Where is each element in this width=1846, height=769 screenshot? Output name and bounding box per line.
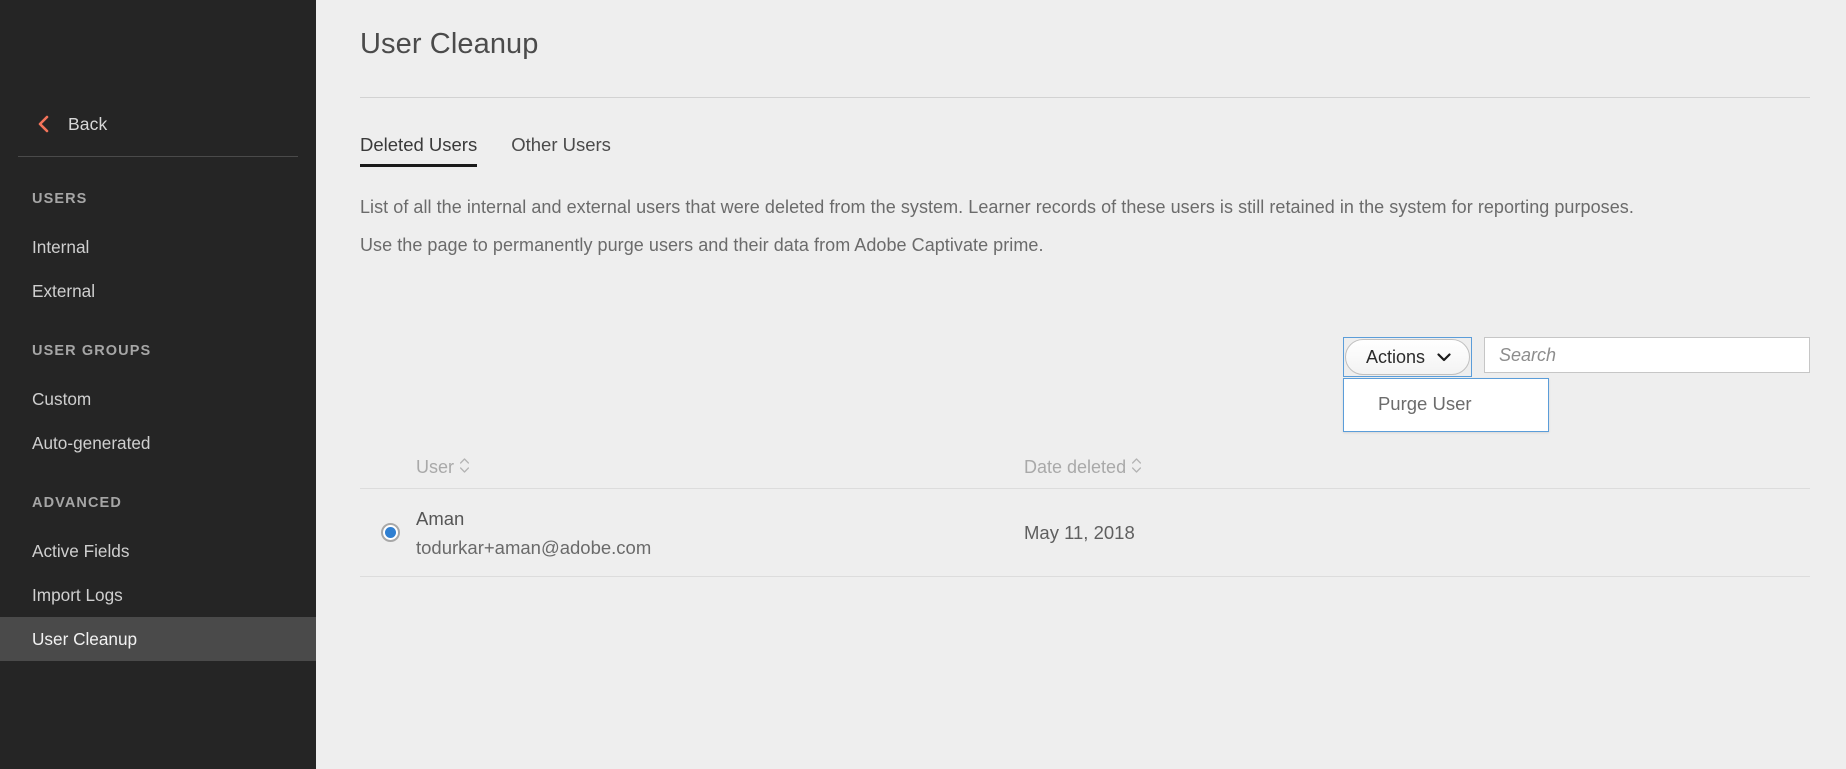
menu-item-purge-user[interactable]: Purge User: [1344, 386, 1548, 424]
main-content: User Cleanup Deleted Users Other Users L…: [316, 0, 1846, 769]
sort-updown-icon: [1132, 457, 1142, 473]
sidebar-divider: [18, 156, 298, 157]
table-header-row: User Date deleted: [360, 445, 1810, 489]
row-user-email: todurkar+aman@adobe.com: [416, 536, 652, 558]
actions-button[interactable]: Actions: [1344, 339, 1470, 375]
sort-user-button[interactable]: User: [416, 456, 470, 478]
table-row[interactable]: Aman todurkar+aman@adobe.com May 11, 201…: [360, 489, 1810, 577]
section-title-user-groups: USER GROUPS: [32, 343, 152, 359]
table-header-user-label: User: [416, 456, 455, 477]
deleted-users-table: User Date deleted Aman todurkar+aman@ado…: [360, 445, 1810, 577]
actions-focus-ring: Actions: [1342, 337, 1472, 377]
tab-bar: Deleted Users Other Users: [316, 134, 1846, 167]
description-line-2: Use the page to permanently purge users …: [360, 235, 1044, 255]
tab-other-users[interactable]: Other Users: [511, 134, 611, 167]
table-header-user: User: [416, 456, 1024, 478]
table-header-date-label: Date deleted: [1024, 456, 1127, 477]
section-title-advanced: ADVANCED: [32, 495, 122, 511]
sidebar-section-users: USERS Internal External: [0, 191, 316, 313]
actions-button-label: Actions: [1365, 346, 1425, 367]
sidebar-item-internal[interactable]: Internal: [0, 225, 316, 269]
section-title-users: USERS: [32, 191, 88, 207]
radio-dot-icon: [385, 527, 396, 538]
row-user-cell: Aman todurkar+aman@adobe.com: [416, 508, 1024, 558]
sidebar-item-custom[interactable]: Custom: [0, 377, 316, 421]
sidebar-item-active-fields[interactable]: Active Fields: [0, 529, 316, 573]
sidebar-item-external[interactable]: External: [0, 269, 316, 313]
row-date-deleted: May 11, 2018: [1024, 521, 1135, 543]
actions-dropdown: Actions Purge User: [1342, 337, 1549, 432]
row-user-name: Aman: [416, 507, 465, 529]
search-input[interactable]: [1484, 337, 1810, 373]
title-divider: [360, 97, 1810, 98]
sort-date-button[interactable]: Date deleted: [1024, 456, 1142, 478]
sidebar: Back USERS Internal External USER GROUPS…: [0, 0, 316, 769]
tab-deleted-users[interactable]: Deleted Users: [360, 134, 478, 167]
sidebar-item-user-cleanup[interactable]: User Cleanup: [0, 617, 316, 661]
chevron-down-icon: [1437, 352, 1451, 361]
sort-updown-icon: [459, 457, 470, 473]
chevron-left-icon: [38, 115, 49, 133]
back-button[interactable]: Back: [0, 106, 316, 142]
description-line-1: List of all the internal and external us…: [360, 197, 1634, 217]
row-radio-button[interactable]: [381, 523, 400, 542]
sidebar-item-auto-generated[interactable]: Auto-generated: [0, 421, 316, 465]
row-select-cell: [360, 523, 416, 542]
app-root: Back USERS Internal External USER GROUPS…: [0, 0, 1846, 769]
sidebar-item-import-logs[interactable]: Import Logs: [0, 573, 316, 617]
sidebar-section-user-groups: USER GROUPS Custom Auto-generated: [0, 343, 316, 465]
table-header-date: Date deleted: [1024, 456, 1810, 478]
page-title: User Cleanup: [360, 28, 539, 60]
actions-dropdown-menu: Purge User: [1342, 378, 1549, 432]
table-toolbar: Actions Purge User: [1342, 337, 1810, 432]
back-label: Back: [68, 113, 108, 134]
sidebar-section-advanced: ADVANCED Active Fields Import Logs User …: [0, 495, 316, 661]
